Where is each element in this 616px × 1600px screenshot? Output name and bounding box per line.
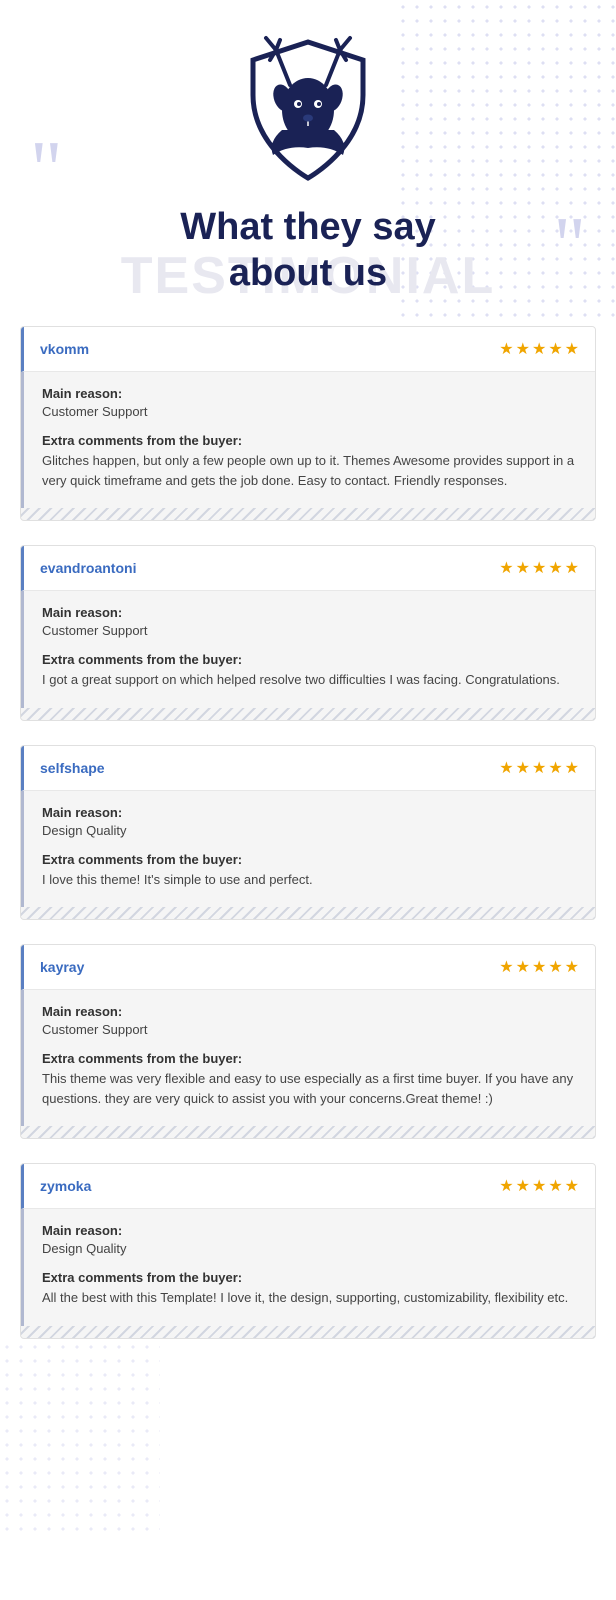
main-reason-label: Main reason: xyxy=(42,1004,577,1019)
reviewer-name: zymoka xyxy=(40,1178,91,1194)
card-stripe-decoration xyxy=(21,508,595,520)
star-icon: ★ xyxy=(499,339,513,359)
star-icon: ★ xyxy=(532,758,546,778)
star-icon: ★ xyxy=(548,339,562,359)
comment-text: I love this theme! It's simple to use an… xyxy=(42,870,577,890)
quote-mark-right: " xyxy=(553,206,586,286)
review-body: Main reason: Customer Support Extra comm… xyxy=(21,372,595,508)
card-stripe-decoration xyxy=(21,708,595,720)
main-reason-value: Customer Support xyxy=(42,404,577,419)
star-rating: ★★★★★ xyxy=(499,758,579,778)
reviews-section: vkomm ★★★★★ Main reason: Customer Suppor… xyxy=(20,326,596,1339)
reviewer-name: kayray xyxy=(40,959,84,975)
comment-text: I got a great support on which helped re… xyxy=(42,670,577,690)
reviewer-name: evandroantoni xyxy=(40,560,136,576)
main-reason-label: Main reason: xyxy=(42,386,577,401)
star-icon: ★ xyxy=(548,758,562,778)
card-stripe-decoration xyxy=(21,1326,595,1338)
star-icon: ★ xyxy=(565,1176,579,1196)
star-icon: ★ xyxy=(532,339,546,359)
comment-text: This theme was very flexible and easy to… xyxy=(42,1069,577,1108)
review-header: vkomm ★★★★★ xyxy=(21,327,595,372)
star-rating: ★★★★★ xyxy=(499,558,579,578)
star-icon: ★ xyxy=(499,957,513,977)
star-icon: ★ xyxy=(516,339,530,359)
header-section: " " What they say about us TESTIMONIAL xyxy=(20,30,596,296)
star-rating: ★★★★★ xyxy=(499,1176,579,1196)
card-stripe-decoration xyxy=(21,907,595,919)
star-icon: ★ xyxy=(565,558,579,578)
main-reason-value: Design Quality xyxy=(42,823,577,838)
star-icon: ★ xyxy=(516,1176,530,1196)
review-header: kayray ★★★★★ xyxy=(21,945,595,990)
star-rating: ★★★★★ xyxy=(499,339,579,359)
star-icon: ★ xyxy=(499,758,513,778)
star-icon: ★ xyxy=(548,1176,562,1196)
star-icon: ★ xyxy=(499,558,513,578)
star-icon: ★ xyxy=(532,558,546,578)
comment-text: Glitches happen, but only a few people o… xyxy=(42,451,577,490)
review-card: selfshape ★★★★★ Main reason: Design Qual… xyxy=(20,745,596,921)
review-body: Main reason: Design Quality Extra commen… xyxy=(21,791,595,908)
extra-comments-label: Extra comments from the buyer: xyxy=(42,852,577,867)
main-reason-value: Design Quality xyxy=(42,1241,577,1256)
main-reason-label: Main reason: xyxy=(42,1223,577,1238)
review-header: evandroantoni ★★★★★ xyxy=(21,546,595,591)
review-header: selfshape ★★★★★ xyxy=(21,746,595,791)
review-card: vkomm ★★★★★ Main reason: Customer Suppor… xyxy=(20,326,596,521)
review-header: zymoka ★★★★★ xyxy=(21,1164,595,1209)
logo-container xyxy=(20,30,596,190)
star-icon: ★ xyxy=(516,558,530,578)
review-card: evandroantoni ★★★★★ Main reason: Custome… xyxy=(20,545,596,721)
review-card: zymoka ★★★★★ Main reason: Design Quality… xyxy=(20,1163,596,1339)
comment-text: All the best with this Template! I love … xyxy=(42,1288,577,1308)
extra-comments-label: Extra comments from the buyer: xyxy=(42,652,577,667)
extra-comments-label: Extra comments from the buyer: xyxy=(42,433,577,448)
brand-logo xyxy=(238,30,378,190)
star-icon: ★ xyxy=(565,339,579,359)
star-icon: ★ xyxy=(565,957,579,977)
star-icon: ★ xyxy=(565,758,579,778)
star-icon: ★ xyxy=(516,758,530,778)
quote-mark-left: " xyxy=(30,130,63,210)
main-reason-label: Main reason: xyxy=(42,605,577,620)
star-rating: ★★★★★ xyxy=(499,957,579,977)
main-reason-value: Customer Support xyxy=(42,623,577,638)
star-icon: ★ xyxy=(548,957,562,977)
main-reason-label: Main reason: xyxy=(42,805,577,820)
reviewer-name: vkomm xyxy=(40,341,89,357)
card-stripe-decoration xyxy=(21,1126,595,1138)
star-icon: ★ xyxy=(516,957,530,977)
review-body: Main reason: Design Quality Extra commen… xyxy=(21,1209,595,1326)
review-card: kayray ★★★★★ Main reason: Customer Suppo… xyxy=(20,944,596,1139)
extra-comments-label: Extra comments from the buyer: xyxy=(42,1051,577,1066)
page-heading: What they say about us xyxy=(20,205,596,296)
star-icon: ★ xyxy=(532,957,546,977)
main-reason-value: Customer Support xyxy=(42,1022,577,1037)
star-icon: ★ xyxy=(548,558,562,578)
reviewer-name: selfshape xyxy=(40,760,105,776)
review-body: Main reason: Customer Support Extra comm… xyxy=(21,990,595,1126)
extra-comments-label: Extra comments from the buyer: xyxy=(42,1270,577,1285)
star-icon: ★ xyxy=(499,1176,513,1196)
review-body: Main reason: Customer Support Extra comm… xyxy=(21,591,595,708)
star-icon: ★ xyxy=(532,1176,546,1196)
